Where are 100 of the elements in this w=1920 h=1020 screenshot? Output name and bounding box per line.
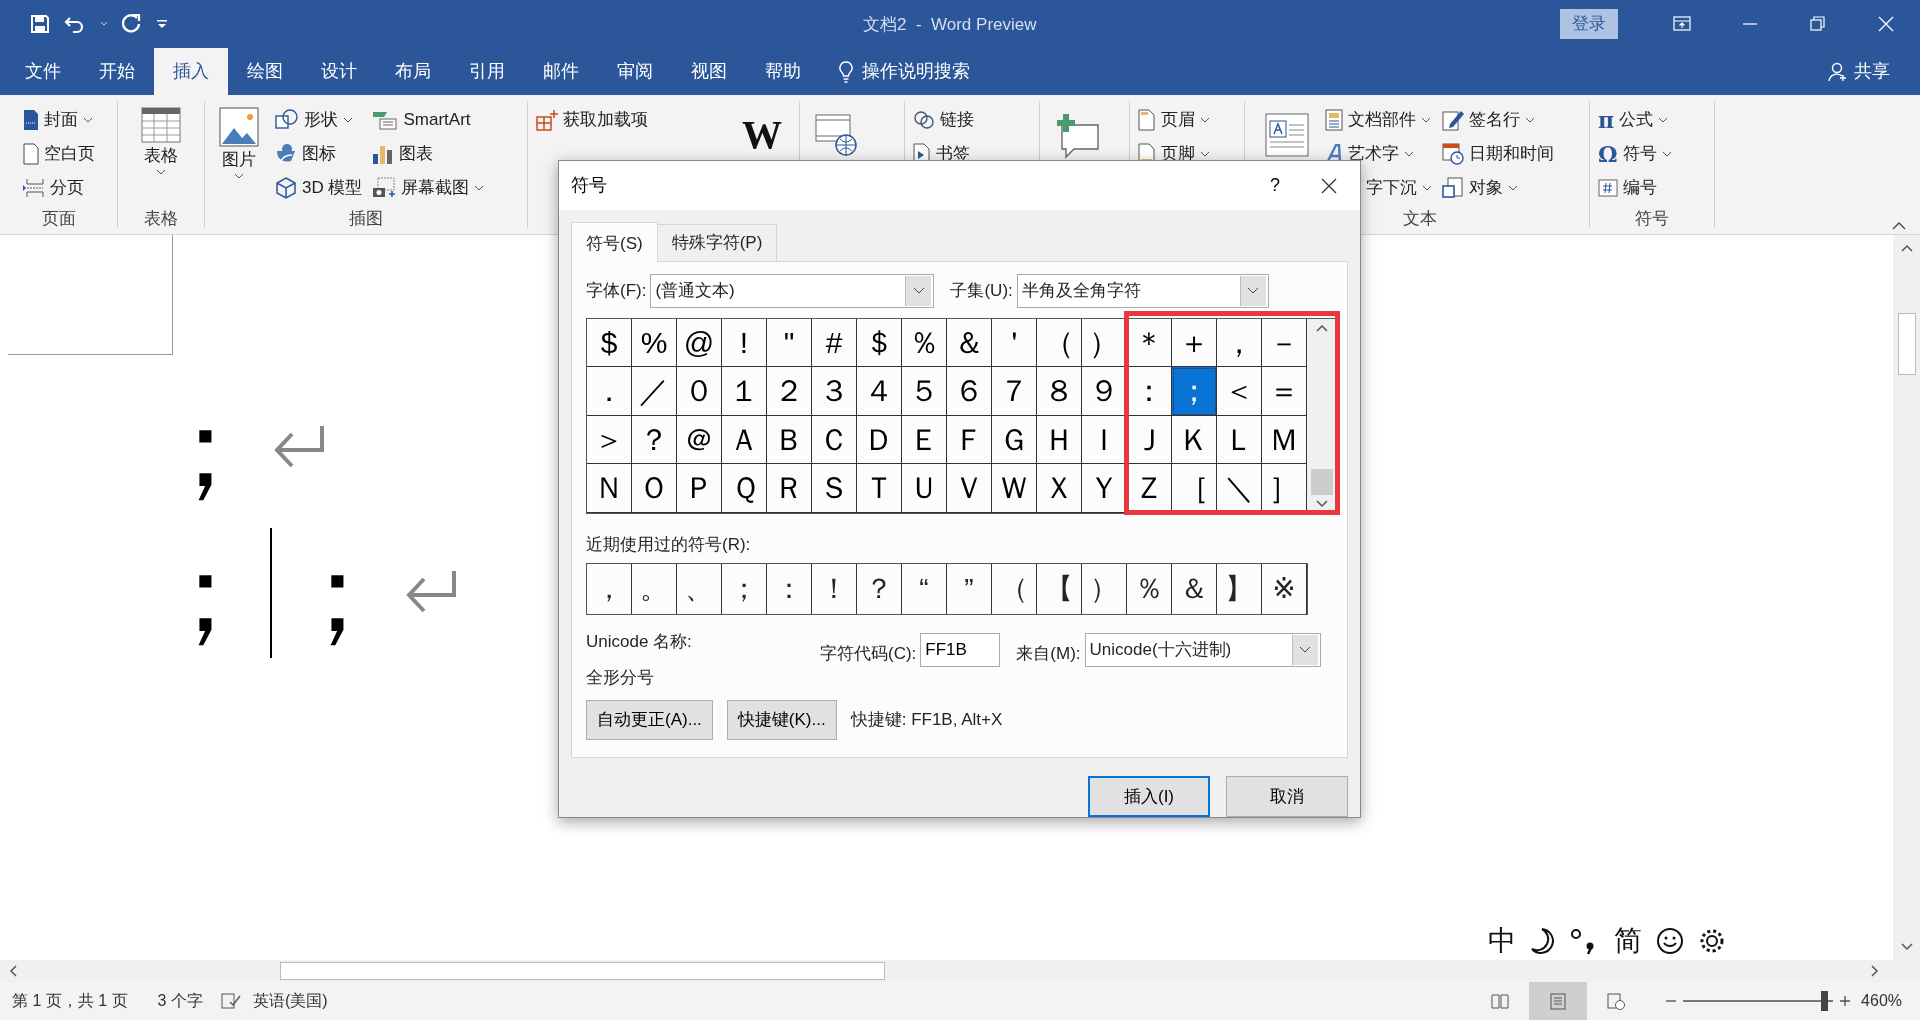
symbol-cell[interactable]: Ｈ <box>1037 415 1082 464</box>
ribbon-button[interactable]: SmartArt <box>403 107 471 133</box>
symbol-cell[interactable]: （ <box>1037 318 1082 367</box>
menu-tab[interactable]: 文件 <box>6 48 80 95</box>
menu-tab[interactable]: 插入 <box>154 48 228 95</box>
autocorrect-button[interactable]: 自动更正(A)... <box>586 700 713 740</box>
ribbon-button[interactable]: 表格 <box>144 143 178 169</box>
chevron-down-icon[interactable] <box>1299 646 1312 654</box>
share-link[interactable]: 共享 <box>1854 58 1890 85</box>
zoom-level[interactable]: 460% <box>1861 989 1902 1013</box>
symbol-cell[interactable]: Ｓ <box>812 464 857 513</box>
font-dropdown[interactable]: (普通文本) <box>650 273 935 308</box>
symbol-cell[interactable]: " <box>767 318 812 367</box>
dialog-tab[interactable]: 特殊字符(P) <box>656 224 778 261</box>
symbol-cell[interactable]: ＆ <box>947 318 992 367</box>
language-indicator[interactable]: 英语(美国) <box>252 989 328 1013</box>
symbol-cell[interactable]: ＜ <box>1217 367 1262 416</box>
caret-icon[interactable] <box>1658 117 1669 123</box>
caret-icon[interactable] <box>156 168 166 175</box>
symbol-cell[interactable]: ％ <box>902 318 947 367</box>
symbol-cell[interactable]: Ｑ <box>722 464 767 513</box>
proofing-icon[interactable] <box>220 992 241 1010</box>
ribbon-button[interactable]: 页眉 <box>1161 107 1195 133</box>
symbol-cell[interactable]: ？ <box>632 415 677 464</box>
symbol-cell[interactable]: ８ <box>1037 367 1082 416</box>
from-dropdown[interactable]: Unicode(十六进制) <box>1084 633 1321 667</box>
caret-icon[interactable] <box>1508 185 1518 191</box>
redo-icon[interactable] <box>122 13 142 35</box>
caret-icon[interactable] <box>343 117 353 123</box>
menu-tab[interactable]: 邮件 <box>524 48 598 95</box>
caret-icon[interactable] <box>474 185 485 191</box>
input-mode-toggle[interactable]: 中 <box>1488 920 1516 962</box>
symbol-cell[interactable]: ， <box>1217 318 1262 367</box>
ribbon-button[interactable]: 字下沉 <box>1366 175 1417 201</box>
scroll-right-icon[interactable] <box>1870 964 1880 978</box>
caret-icon[interactable] <box>1422 185 1432 191</box>
insert-button[interactable]: 插入(I) <box>1088 775 1210 817</box>
scroll-up-icon[interactable] <box>1314 322 1329 333</box>
ribbon-button[interactable]: 日期和时间 <box>1469 141 1554 167</box>
web-layout-icon[interactable] <box>1606 991 1627 1011</box>
collapse-icon[interactable] <box>1892 222 1906 230</box>
ribbon-button[interactable]: 图标 <box>302 141 336 167</box>
symbol-cell[interactable]: ／ <box>632 367 677 416</box>
shortcut-key-button[interactable]: 快捷键(K)... <box>726 700 837 740</box>
menu-tab[interactable]: 布局 <box>376 48 450 95</box>
film-globe-icon[interactable] <box>814 113 858 157</box>
symbol-cell[interactable]: Ｆ <box>947 415 992 464</box>
symbol-cell[interactable]: ＞ <box>587 415 632 464</box>
menu-tab[interactable]: 开始 <box>80 48 154 95</box>
symbol-cell[interactable]: Ｏ <box>632 464 677 513</box>
caret-icon[interactable] <box>1200 151 1210 157</box>
caret-icon[interactable] <box>234 172 244 179</box>
symbol-cell[interactable]: ７ <box>992 367 1037 416</box>
chevron-down-icon[interactable] <box>912 286 925 295</box>
symbol-cell[interactable]: ! <box>722 318 767 367</box>
ribbon-display-icon[interactable] <box>1673 15 1691 33</box>
ribbon-button[interactable]: 符号 <box>1622 141 1657 167</box>
scroll-up-icon[interactable] <box>1899 243 1914 253</box>
zoom-slider-thumb[interactable] <box>1821 991 1829 1011</box>
word-count[interactable]: 3 个字 <box>157 989 203 1013</box>
symbol-cell[interactable]: Ｗ <box>992 464 1037 513</box>
symbol-cell[interactable]: Ｘ <box>1037 464 1082 513</box>
symbol-cell[interactable]: ６ <box>947 367 992 416</box>
ribbon-button[interactable]: 3D 模型 <box>302 175 363 201</box>
symbol-cell[interactable]: ２ <box>767 367 812 416</box>
help-button[interactable]: ? <box>1270 172 1280 199</box>
caret-icon[interactable] <box>1404 151 1414 157</box>
menu-tab[interactable]: 帮助 <box>746 48 820 95</box>
symbol-cell[interactable]: Ａ <box>722 415 767 464</box>
symbol-cell[interactable]: ４ <box>857 367 902 416</box>
smiley-icon[interactable] <box>1656 927 1684 955</box>
symbol-cell[interactable]: ； <box>1172 367 1217 416</box>
undo-icon[interactable] <box>64 14 86 34</box>
menu-tab[interactable]: 视图 <box>672 48 746 95</box>
symbol-cell[interactable]: ． <box>587 367 632 416</box>
symbol-cell[interactable]: Ｂ <box>767 415 812 464</box>
caret-icon[interactable] <box>1661 151 1672 157</box>
symbol-cell[interactable]: Ｅ <box>902 415 947 464</box>
ribbon-button[interactable]: 形状 <box>304 107 338 133</box>
symbol-cell[interactable]: ＠ <box>677 415 722 464</box>
symbol-cell[interactable]: @ <box>677 318 722 367</box>
symbol-cell[interactable]: ０ <box>677 367 722 416</box>
page-count[interactable]: 第 1 页，共 1 页 <box>12 989 128 1013</box>
scroll-down-icon[interactable] <box>1314 498 1329 509</box>
menu-tab[interactable]: 设计 <box>302 48 376 95</box>
customize-icon[interactable] <box>156 19 168 29</box>
ribbon-button[interactable]: 签名行 <box>1469 107 1520 133</box>
ribbon-button[interactable]: 艺术字 <box>1348 141 1399 167</box>
symbol-cell[interactable]: ３ <box>812 367 857 416</box>
ribbon-button[interactable]: 屏幕截图 <box>401 175 470 201</box>
ribbon-button[interactable]: 分页 <box>49 175 84 201</box>
symbol-cell[interactable]: % <box>632 318 677 367</box>
symbol-cell[interactable]: ＇ <box>992 318 1037 367</box>
symbol-cell[interactable]: Ｖ <box>947 464 992 513</box>
symbol-cell[interactable]: # <box>812 318 857 367</box>
script-toggle[interactable]: 简 <box>1614 920 1642 962</box>
caret-icon[interactable] <box>1525 117 1535 123</box>
ribbon-button[interactable]: 封面 <box>43 107 78 133</box>
symbol-cell[interactable]: Ｎ <box>587 464 632 513</box>
text-box-icon[interactable] <box>1265 113 1309 157</box>
